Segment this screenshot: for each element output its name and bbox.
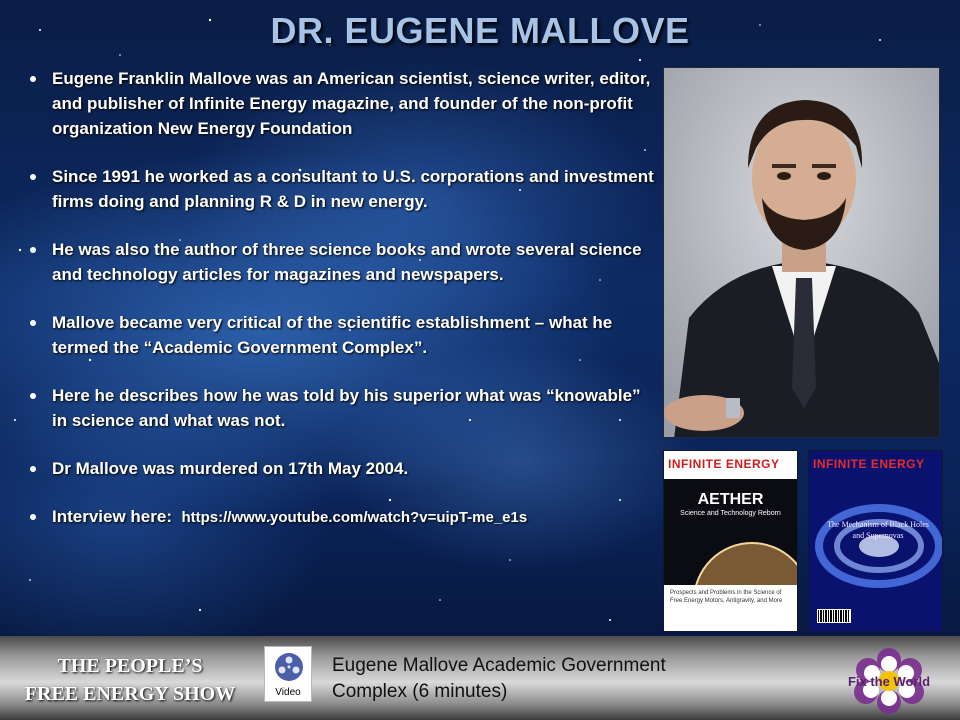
magazine-cover-aether: INFINITE ENERGY AETHER Science and Techn…	[663, 450, 798, 632]
planet-graphic	[695, 542, 797, 585]
cover-subhead: Science and Technology Reborn	[680, 510, 781, 517]
video-icon-label: Video	[275, 687, 301, 698]
bullet-text: He was also the author of three science …	[52, 240, 642, 284]
barcode-icon	[817, 609, 851, 623]
video-caption-line2: Complex (6 minutes)	[332, 681, 508, 702]
slide-background: DR. EUGENE MALLOVE Eugene Franklin Mallo…	[0, 0, 960, 720]
cover-masthead: INFINITE ENERGY	[813, 457, 925, 471]
bullet-list: Eugene Franklin Mallove was an American …	[28, 66, 658, 530]
video-caption[interactable]: Eugene Mallove Academic Government Compl…	[332, 653, 792, 705]
portrait-photo	[663, 67, 940, 438]
show-name-line2: FREE ENERGY SHOW	[24, 683, 236, 705]
bullet-text: Here he describes how he was told by his…	[52, 386, 641, 430]
list-item: Mallove became very critical of the scie…	[28, 310, 658, 360]
galaxy-graphic	[809, 451, 942, 631]
interview-link[interactable]: https://www.youtube.com/watch?v=uipT-me_…	[181, 509, 527, 526]
bullet-icon	[30, 174, 36, 180]
cover-masthead: INFINITE ENERGY	[668, 457, 780, 471]
cover-blurb: Prospects and Problems in the Science of…	[670, 590, 783, 604]
flower-logo-icon: Fix the World	[848, 648, 930, 714]
interview-label: Interview here:	[52, 507, 172, 526]
video-caption-line1: Eugene Mallove Academic Government	[332, 655, 666, 676]
show-name-line1: THE PEOPLE’S	[57, 655, 203, 677]
fix-the-world-logo: Fix the World	[840, 648, 938, 714]
cover-headline: AETHER	[697, 491, 764, 508]
list-item: Dr Mallove was murdered on 17th May 2004…	[28, 456, 658, 481]
list-item: Eugene Franklin Mallove was an American …	[28, 66, 658, 141]
list-item-interview: Interview here: https://www.youtube.com/…	[28, 504, 658, 530]
video-file-button[interactable]: Video	[264, 646, 312, 702]
show-name: THE PEOPLE’S FREE ENERGY SHOW	[10, 652, 250, 708]
bullet-icon	[30, 466, 36, 472]
bullet-icon	[30, 76, 36, 82]
list-item: Here he describes how he was told by his…	[28, 383, 658, 433]
film-reel-icon	[275, 653, 303, 681]
cover-headline: The Mechanism of Black Holes and Superno…	[827, 520, 929, 540]
list-item: Since 1991 he worked as a consultant to …	[28, 164, 658, 214]
bullet-text: Mallove became very critical of the scie…	[52, 313, 613, 357]
bullet-text: Dr Mallove was murdered on 17th May 2004…	[52, 459, 409, 478]
bullet-icon	[30, 393, 36, 399]
list-item: He was also the author of three science …	[28, 237, 658, 287]
magazine-cover-black-holes: INFINITE ENERGY The Mechanism of Black H…	[808, 450, 943, 632]
bullet-text: Eugene Franklin Mallove was an American …	[52, 69, 651, 138]
bullet-icon	[30, 514, 36, 520]
portrait-figure	[664, 68, 939, 437]
logo-text: Fix the World	[848, 674, 930, 689]
bullet-text: Since 1991 he worked as a consultant to …	[52, 167, 654, 211]
bullet-icon	[30, 320, 36, 326]
bullet-icon	[30, 247, 36, 253]
page-title: DR. EUGENE MALLOVE	[270, 10, 690, 51]
